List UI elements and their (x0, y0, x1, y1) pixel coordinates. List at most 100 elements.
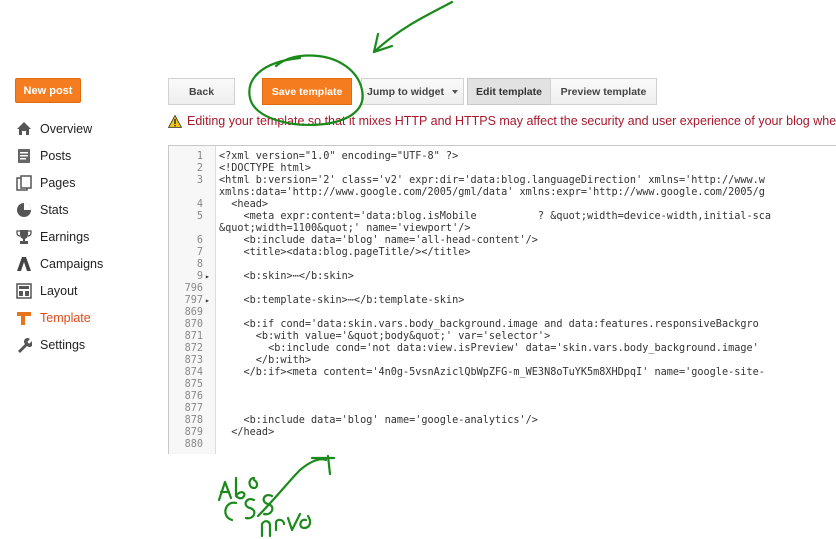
layout-icon (14, 282, 34, 300)
sidebar-item-label: Layout (40, 283, 78, 298)
line-number: 9 (196, 271, 203, 282)
preview-template-button[interactable]: Preview template (550, 78, 657, 105)
code-text: <?xml version="1.0" encoding="UTF-8" ?> (219, 151, 459, 162)
line-number: 8 (196, 259, 203, 270)
code-line: 873 </b:with> (169, 355, 836, 367)
code-text: <b:skin>⋯</b:skin> (219, 271, 354, 282)
line-number: 870 (184, 319, 203, 330)
line-number: 2 (196, 163, 203, 174)
code-text: <b:if cond='data:skin.vars.body_backgrou… (219, 319, 759, 330)
sidebar-nav: Overview Posts Pages Stats Earnings Camp… (14, 115, 103, 358)
sidebar-item-label: Pages (40, 175, 76, 190)
annotation-scribble (224, 494, 274, 522)
code-line: 797 ▸ <b:template-skin>⋯</b:template-skin… (169, 295, 836, 307)
code-text: <b:include data='blog' name='all-head-co… (219, 235, 538, 246)
line-number: 873 (184, 355, 203, 366)
annotation-scribble (256, 454, 336, 518)
posts-icon (14, 147, 34, 165)
sidebar-item-label: Template (40, 310, 91, 325)
code-line: 875 (169, 379, 836, 391)
annotation-arrow-line (372, 0, 454, 54)
line-number: 1 (196, 151, 203, 162)
code-line: 7 <title><data:blog.pageTitle/></title> (169, 247, 836, 259)
code-text: <b:template-skin>⋯</b:template-skin> (219, 295, 465, 306)
sidebar-item-label: Settings (40, 337, 86, 352)
code-line: 880 (169, 439, 836, 451)
code-line: 879 </head> (169, 427, 836, 439)
code-line: 872 <b:include cond='not data:view.isPre… (169, 343, 836, 355)
sidebar-item-stats[interactable]: Stats (14, 196, 103, 223)
sidebar-item-label: Campaigns (40, 256, 104, 271)
home-icon (14, 120, 34, 138)
code-text: <!DOCTYPE html> (219, 163, 312, 174)
line-number: 797 (184, 295, 203, 306)
warning-icon (168, 114, 182, 128)
code-line: 2 <!DOCTYPE html> (169, 163, 836, 175)
sidebar-item-label: Overview (40, 121, 93, 136)
sidebar-item-earnings[interactable]: Earnings (14, 223, 103, 250)
trophy-icon (14, 228, 34, 246)
campaigns-icon (14, 255, 34, 273)
new-post-button[interactable]: New post (15, 78, 81, 103)
chevron-down-icon (452, 89, 458, 94)
warning-text: Editing your template so that it mixes H… (187, 114, 836, 128)
sidebar-item-overview[interactable]: Overview (14, 115, 103, 142)
code-line: 9 ▸ <b:skin>⋯</b:skin> (169, 271, 836, 283)
code-text: <meta expr:content='data:blog.isMobile ?… (219, 211, 772, 222)
code-line: 3 <html b:version='2' class='v2' expr:dir… (169, 175, 836, 187)
line-number: 796 (184, 283, 203, 294)
jump-to-widget-dropdown[interactable]: Jump to widget (361, 78, 464, 105)
fold-arrow-icon[interactable]: ▸ (205, 271, 210, 283)
code-text: </b:if><meta content='4n0g-5vsnAziclQbWp… (219, 367, 765, 378)
wrench-icon (14, 336, 34, 354)
code-line: 6 <b:include data='blog' name='all-head-… (169, 235, 836, 247)
code-text: <head> (219, 199, 269, 210)
sidebar-item-posts[interactable]: Posts (14, 142, 103, 169)
code-text: <html b:version='2' class='v2' expr:dir=… (219, 175, 765, 186)
code-line: 5 <meta expr:content='data:blog.isMobile… (169, 211, 836, 223)
save-template-button[interactable]: Save template (262, 78, 352, 105)
code-line: 874 </b:if><meta content='4n0g-5vsnAzicl… (169, 367, 836, 379)
code-text: xmlns:data='http://www.google.com/2005/g… (219, 187, 765, 198)
fold-arrow-icon[interactable]: ▸ (205, 295, 210, 307)
code-line: xmlns:data='http://www.google.com/2005/g… (169, 187, 836, 199)
code-line: 869 (169, 307, 836, 319)
code-text: &quot;width=1100&quot;' name='viewport'/… (219, 223, 471, 234)
template-code-editor[interactable]: 1 <?xml version="1.0" encoding="UTF-8" ?>… (168, 145, 836, 454)
back-button[interactable]: Back (168, 78, 235, 105)
line-number: 871 (184, 331, 203, 342)
sidebar-item-campaigns[interactable]: Campaigns (14, 250, 103, 277)
line-number: 876 (184, 391, 203, 402)
line-number: 878 (184, 415, 203, 426)
template-icon (14, 309, 34, 327)
sidebar-item-pages[interactable]: Pages (14, 169, 103, 196)
line-number: 6 (196, 235, 203, 246)
code-text: <b:with value='&quot;body&quot;' var='se… (219, 331, 551, 342)
edit-template-button[interactable]: Edit template (467, 78, 551, 105)
code-text: <b:include cond='not data:view.isPreview… (219, 343, 759, 354)
stats-icon (14, 201, 34, 219)
code-line: 4 <head> (169, 199, 836, 211)
sidebar-item-layout[interactable]: Layout (14, 277, 103, 304)
line-number: 869 (184, 307, 203, 318)
line-number: 875 (184, 379, 203, 390)
sidebar-item-settings[interactable]: Settings (14, 331, 103, 358)
jump-to-widget-label: Jump to widget (367, 85, 444, 98)
sidebar-item-label: Earnings (40, 229, 90, 244)
code-line: 870 <b:if cond='data:skin.vars.body_back… (169, 319, 836, 331)
code-line: &quot;width=1100&quot;' name='viewport'/… (169, 223, 836, 235)
line-number: 880 (184, 439, 203, 450)
https-warning: Editing your template so that it mixes H… (168, 114, 836, 128)
line-number: 3 (196, 175, 203, 186)
code-line: 1 <?xml version="1.0" encoding="UTF-8" ?> (169, 151, 836, 163)
code-line: 8 (169, 259, 836, 271)
sidebar-item-label: Posts (40, 148, 72, 163)
line-number: 879 (184, 427, 203, 438)
code-line: 878 <b:include data='blog' name='google-… (169, 415, 836, 427)
code-line: 796 (169, 283, 836, 295)
code-text: </head> (219, 427, 275, 438)
annotation-scribble (260, 512, 312, 538)
code-text: <b:include data='blog' name='google-anal… (219, 415, 538, 426)
sidebar-item-template[interactable]: Template (14, 304, 103, 331)
pages-icon (14, 174, 34, 192)
